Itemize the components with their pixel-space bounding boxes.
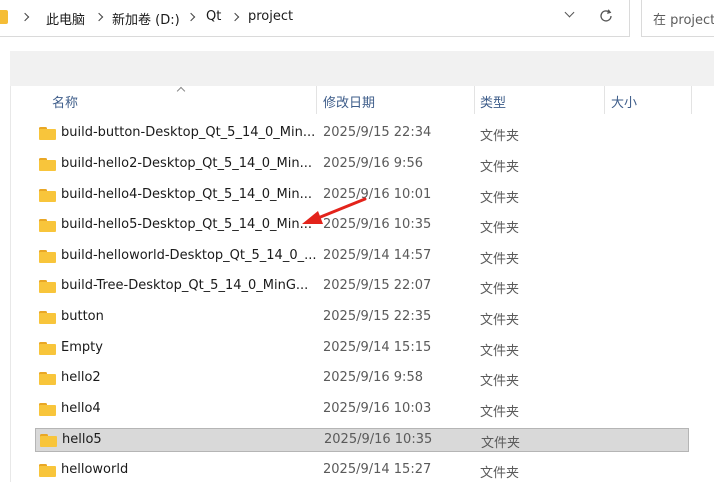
red-arrow-icon (302, 197, 367, 224)
